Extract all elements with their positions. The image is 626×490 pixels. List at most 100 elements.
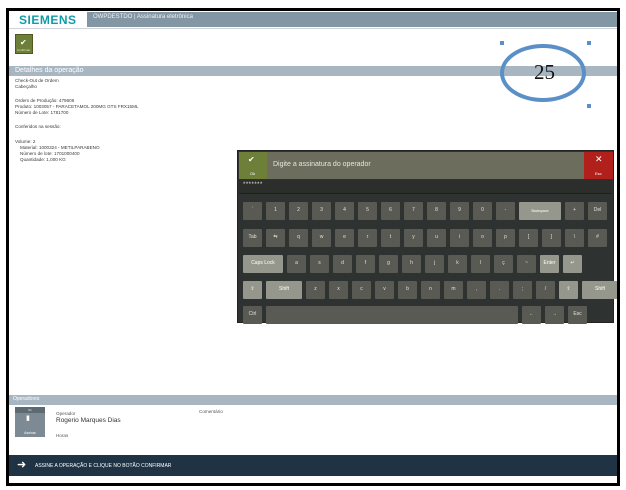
keyboard-key[interactable]: [ <box>519 229 538 247</box>
keyboard-key[interactable]: Ctrl <box>243 306 262 324</box>
keyboard-key[interactable]: k <box>448 255 467 273</box>
keyboard-key[interactable]: d <box>333 255 352 273</box>
key-label: Shift <box>594 286 605 292</box>
key-label: u <box>435 234 438 240</box>
keyboard-key[interactable]: ` <box>243 202 262 220</box>
keyboard-key[interactable]: Del <box>588 202 607 220</box>
key-label: 4 <box>343 207 346 213</box>
keyboard-key[interactable]: Shift <box>266 281 302 299</box>
keyboard-key[interactable]: ~ <box>517 255 536 273</box>
keyboard-key[interactable]: / <box>536 281 555 299</box>
keyboard-key[interactable]: 4 <box>335 202 354 220</box>
keyboard-key[interactable]: ; <box>513 281 532 299</box>
keyboard-key[interactable]: Backspace <box>519 202 561 220</box>
keyboard-key[interactable]: i <box>450 229 469 247</box>
keyboard-key[interactable]: ç <box>494 255 513 273</box>
keyboard-key[interactable]: u <box>427 229 446 247</box>
keyboard-key[interactable]: 7 <box>404 202 423 220</box>
keyboard-key[interactable]: a <box>287 255 306 273</box>
keyboard-key[interactable]: f <box>356 255 375 273</box>
keyboard-key[interactable]: c <box>352 281 371 299</box>
keyboard-key[interactable]: j <box>425 255 444 273</box>
key-label: \ <box>573 234 576 240</box>
confirm-button[interactable]: ✔ Confirmar <box>15 34 33 54</box>
keyboard-key[interactable]: 3 <box>312 202 331 220</box>
key-label: ⇆ <box>273 234 278 240</box>
keyboard-key[interactable]: # <box>588 229 607 247</box>
keyboard-key[interactable]: x <box>329 281 348 299</box>
keyboard-key[interactable]: o <box>473 229 492 247</box>
keyboard-key[interactable]: 8 <box>427 202 446 220</box>
keyboard-key[interactable]: \ <box>565 229 584 247</box>
key-label: ~ <box>525 260 528 266</box>
keyboard-key[interactable]: , <box>467 281 486 299</box>
keyboard-key[interactable]: q <box>289 229 308 247</box>
keyboard-key[interactable]: Esc <box>568 306 587 324</box>
keyboard-esc-button[interactable]: ✕ Esc <box>584 152 613 179</box>
keyboard-key[interactable]: m <box>444 281 463 299</box>
key-label: Shift <box>278 286 289 292</box>
keyboard-key[interactable]: e <box>335 229 354 247</box>
key-space[interactable] <box>266 306 518 324</box>
keyboard-key[interactable]: t <box>381 229 400 247</box>
keyboard-key[interactable]: g <box>379 255 398 273</box>
details-section-title: Detalhes da operação <box>15 67 84 74</box>
keyboard-key[interactable]: h <box>402 255 421 273</box>
key-label: r <box>366 234 369 240</box>
keyboard-key[interactable]: → <box>545 306 564 324</box>
keyboard-key[interactable]: l <box>471 255 490 273</box>
key-label: d <box>341 260 344 266</box>
key-label: a <box>295 260 298 266</box>
key-label: 8 <box>435 207 438 213</box>
keyboard-key[interactable]: 2 <box>289 202 308 220</box>
detail-line: Cabeçalho <box>15 84 37 89</box>
application-window: SIEMENS OWPDESTDO | Assinatura eletrônic… <box>6 8 620 486</box>
sign-operator-button[interactable]: S1 ▮ Assinar <box>15 407 45 437</box>
keyboard-key[interactable]: 6 <box>381 202 400 220</box>
keyboard-key[interactable]: 1 <box>266 202 285 220</box>
key-label: 6 <box>389 207 392 213</box>
keyboard-key[interactable]: + <box>565 202 584 220</box>
keyboard-key[interactable]: y <box>404 229 423 247</box>
key-label: ` <box>251 207 254 213</box>
keyboard-key[interactable]: ↵ <box>563 255 582 273</box>
keyboard-ok-button[interactable]: ✔ Ok <box>239 152 267 179</box>
keyboard-key[interactable]: p <box>496 229 515 247</box>
check-icon: ✔ <box>248 155 255 164</box>
keyboard-key[interactable]: z <box>306 281 325 299</box>
keyboard-key[interactable]: s <box>310 255 329 273</box>
detail-line: Conferidos na sessão: <box>15 124 61 129</box>
keyboard-key[interactable]: 9 <box>450 202 469 220</box>
signature-input[interactable]: ******* <box>239 180 612 194</box>
keyboard-key[interactable]: b <box>398 281 417 299</box>
keyboard-key[interactable]: ] <box>542 229 561 247</box>
keyboard-key[interactable]: w <box>312 229 331 247</box>
key-label: q <box>297 234 300 240</box>
keyboard-key[interactable]: ← <box>522 306 541 324</box>
keyboard-key[interactable]: Tab <box>243 229 262 247</box>
keyboard-key[interactable]: Shift <box>582 281 617 299</box>
key-label: x <box>337 286 340 292</box>
key-label: 3 <box>320 207 323 213</box>
keyboard-key[interactable]: Caps Lock <box>243 255 283 273</box>
window-title: OWPDESTDO | Assinatura eletrônica <box>93 14 193 20</box>
key-label: 9 <box>458 207 461 213</box>
key-label: 2 <box>297 207 300 213</box>
check-icon: ✔ <box>20 38 27 47</box>
instruction-footer: ➜ ASSINE A OPERAÇÃO E CLIQUE NO BOTÃO CO… <box>9 455 617 476</box>
badge-handle <box>500 41 504 45</box>
keyboard-key[interactable]: 0 <box>473 202 492 220</box>
keyboard-key[interactable]: ⇧ <box>559 281 578 299</box>
keyboard-key[interactable]: n <box>421 281 440 299</box>
key-label: → <box>552 311 557 317</box>
keyboard-key[interactable]: r <box>358 229 377 247</box>
keyboard-key[interactable]: . <box>490 281 509 299</box>
key-label: b <box>406 286 409 292</box>
keyboard-key[interactable]: ⇆ <box>266 229 285 247</box>
keyboard-key[interactable]: ⇧ <box>243 281 262 299</box>
keyboard-key[interactable]: 5 <box>358 202 377 220</box>
keyboard-key[interactable]: - <box>496 202 515 220</box>
keyboard-key[interactable]: v <box>375 281 394 299</box>
keyboard-key[interactable]: Enter <box>540 255 559 273</box>
arrow-right-icon: ➜ <box>17 459 27 471</box>
